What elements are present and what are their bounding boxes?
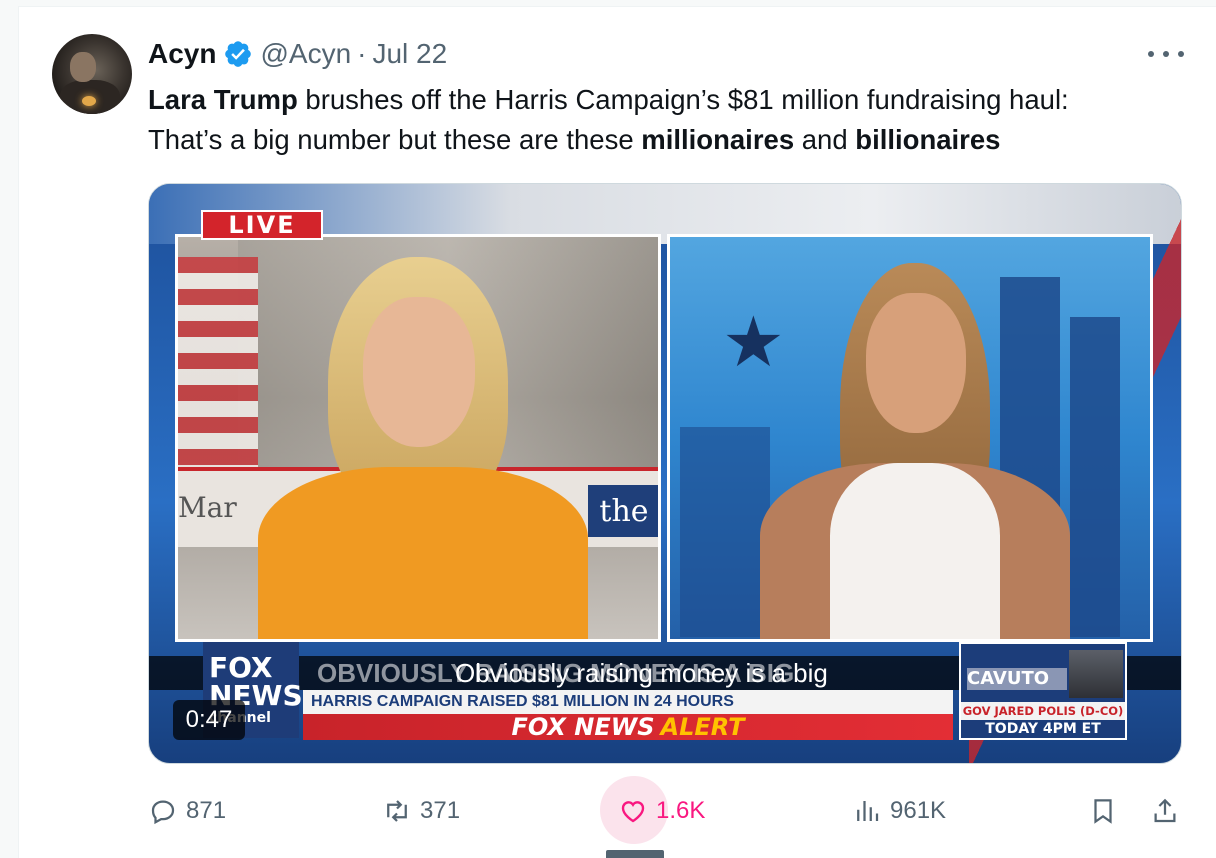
handle[interactable]: @Acyn (260, 38, 351, 70)
bookmark-button[interactable] (1088, 786, 1126, 836)
views-button[interactable]: 961K (852, 786, 946, 836)
like-count: 1.6K (656, 797, 706, 824)
closed-caption: Obviously raising money is a big (455, 658, 828, 688)
anchor-figure (258, 257, 588, 639)
flag-backdrop (178, 257, 258, 477)
action-bar: 871 371 1.6K 961K (0, 786, 1216, 836)
avatar-light (82, 96, 96, 106)
reply-icon (151, 800, 175, 825)
promo-guest-name: GOV JARED POLIS (D-CO) (961, 702, 1125, 720)
bold-millionaires: millionaires (641, 124, 795, 155)
promo-guest-photo (1069, 650, 1123, 698)
reply-count: 871 (186, 797, 227, 824)
post-header: Acyn @Acyn · Jul 22 (148, 36, 447, 72)
text-part-1: brushes off the Harris Campaign’s $81 mi… (297, 84, 1069, 115)
reply-button[interactable]: 871 (148, 786, 226, 836)
more-options-icon[interactable] (1148, 42, 1184, 66)
share-icon (1154, 798, 1176, 823)
scroll-indicator (606, 850, 664, 858)
post-text-line-2: That’s a big number but these are these … (148, 120, 1188, 160)
more-dot (1148, 51, 1154, 57)
bold-billionaires: billionaires (855, 124, 1001, 155)
separator: · (357, 38, 367, 69)
guest-top (830, 463, 1000, 639)
promo-show-name: CAVUTO (967, 668, 1067, 690)
video-panel-left: Mar the (175, 234, 661, 642)
logo-line-1: FOX (209, 651, 273, 684)
guest-face (866, 293, 966, 433)
more-dot (1178, 51, 1184, 57)
video-duration: 0:47 (173, 700, 245, 740)
live-badge: LIVE (201, 210, 323, 240)
avatar[interactable] (52, 34, 132, 114)
bold-name: Lara Trump (148, 84, 298, 115)
verified-badge-icon[interactable] (223, 39, 253, 69)
text-part-2: That’s a big number but these are these (148, 124, 642, 155)
sign-text-left: Mar (178, 491, 237, 524)
alert-prefix: FOX NEWS (511, 713, 655, 741)
sign-text-right: the (588, 485, 658, 537)
avatar-face (70, 52, 96, 82)
guest-figure (720, 263, 1090, 639)
more-dot (1163, 51, 1169, 57)
share-button[interactable] (1150, 786, 1188, 836)
display-name[interactable]: Acyn (148, 38, 216, 70)
views-count: 961K (890, 797, 947, 824)
repost-count: 371 (420, 797, 461, 824)
show-promo: CAVUTO GOV JARED POLIS (D-CO) TODAY 4PM … (959, 642, 1127, 740)
alert-suffix: ALERT (660, 713, 745, 741)
views-chart-icon (857, 801, 879, 821)
promo-time: TODAY 4PM ET (961, 720, 1125, 738)
post-text: Lara Trump brushes off the Harris Campai… (148, 80, 1188, 160)
repost-button[interactable]: 371 (382, 786, 460, 836)
anchor-dress (258, 467, 588, 639)
post-date[interactable]: Jul 22 (372, 38, 447, 70)
text-part-3: and (794, 124, 856, 155)
heart-icon (621, 801, 645, 823)
chyron-headline: HARRIS CAMPAIGN RAISED $81 MILLION IN 24… (303, 690, 953, 714)
like-button[interactable]: 1.6K (618, 786, 705, 836)
video-panel-right: ★ (667, 234, 1153, 642)
post-text-line-1: Lara Trump brushes off the Harris Campai… (148, 80, 1188, 120)
bookmark-icon (1094, 799, 1112, 824)
repost-icon (387, 800, 407, 822)
video-player[interactable]: Mar the ★ LIVE OBVIOUSLY RAISING MONEY I… (148, 183, 1182, 764)
alert-banner: FOX NEWS ALERT (303, 713, 953, 741)
anchor-face (363, 297, 475, 447)
